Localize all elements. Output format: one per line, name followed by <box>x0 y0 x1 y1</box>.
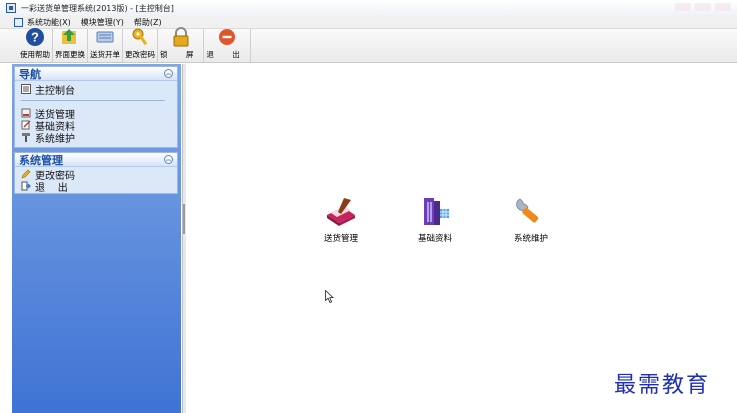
key-icon <box>130 27 150 47</box>
exit-icon <box>217 27 237 47</box>
close-button[interactable] <box>715 3 731 11</box>
building-icon <box>417 194 453 228</box>
help-button[interactable]: ? 使用帮助 <box>18 27 53 62</box>
menu-system-functions[interactable]: 系统功能(X) <box>27 17 71 28</box>
module-label: 系统维护 <box>513 234 548 244</box>
delivery-order-button-label: 送货开单 <box>90 50 120 59</box>
window-title: 一彩送货单管理系统(2013版) - [主控制台] <box>21 3 174 13</box>
window-title-bar: 一彩送货单管理系统(2013版) - [主控制台] <box>0 0 737 16</box>
divider <box>21 100 165 101</box>
lock-screen-button[interactable]: 锁 屏 <box>158 27 205 62</box>
pencil-icon <box>21 169 31 179</box>
app-icon <box>6 3 16 13</box>
sidebar-item-maintenance[interactable]: 系统维护 <box>15 131 177 145</box>
menu-module-management[interactable]: 模块管理(Y) <box>81 17 124 28</box>
sidebar-item-label: 主控制台 <box>35 85 75 97</box>
module-delivery[interactable]: 送货管理 <box>306 194 376 244</box>
main-console: 送货管理 基础资料 系统维护 <box>186 64 737 413</box>
sidebar-item-exit[interactable]: 退 出 <box>15 180 177 194</box>
wrench-icon <box>513 194 549 228</box>
nav-group-title: 导航 <box>19 67 41 81</box>
module-label: 送货管理 <box>323 234 358 244</box>
change-ui-icon <box>60 27 80 47</box>
basic-data-icon <box>21 120 31 130</box>
change-ui-button-label: 界面更换 <box>55 50 85 59</box>
maximize-button[interactable] <box>695 3 711 11</box>
change-ui-button[interactable]: 界面更换 <box>53 29 88 62</box>
nav-group: 导航 ︽ 主控制台 送货管理 基础资料 系统维护 <box>14 66 178 148</box>
exit-button[interactable]: 退 出 <box>204 27 251 62</box>
sidebar-item-label: 系统维护 <box>35 133 75 145</box>
sidebar: 导航 ︽ 主控制台 送货管理 基础资料 系统维护 系统管理 ︽ 更改密码 退 出 <box>12 64 181 413</box>
document-icon <box>14 17 23 27</box>
help-icon: ? <box>25 27 45 47</box>
nav-group-header[interactable]: 导航 ︽ <box>15 67 177 81</box>
system-group: 系统管理 ︽ 更改密码 退 出 <box>14 152 178 194</box>
watermark-text: 最需教育 <box>614 373 711 398</box>
minimize-button[interactable] <box>675 3 691 11</box>
console-icon <box>21 84 31 94</box>
change-password-button-label: 更改密码 <box>125 50 155 59</box>
menu-help[interactable]: 帮助(Z) <box>134 17 162 28</box>
delivery-icon <box>21 108 31 118</box>
collapse-icon[interactable]: ︽ <box>164 155 173 164</box>
exit-button-label: 退 出 <box>206 50 248 59</box>
delivery-order-icon <box>95 27 115 47</box>
lock-screen-button-label: 锁 屏 <box>160 50 202 59</box>
sidebar-item-console[interactable]: 主控制台 <box>15 83 177 97</box>
delivery-book-icon <box>323 194 359 228</box>
help-button-label: 使用帮助 <box>20 50 50 59</box>
collapse-icon[interactable]: ︽ <box>164 69 173 78</box>
system-group-title: 系统管理 <box>19 153 63 167</box>
delivery-order-button[interactable]: 送货开单 <box>88 29 123 62</box>
system-group-header[interactable]: 系统管理 ︽ <box>15 153 177 167</box>
module-label: 基础资料 <box>417 234 452 244</box>
module-basic-data[interactable]: 基础资料 <box>400 194 470 244</box>
svg-text:?: ? <box>31 30 39 45</box>
window-controls <box>675 3 731 11</box>
lock-icon <box>171 27 191 47</box>
mouse-cursor-icon <box>325 289 335 306</box>
maintenance-icon <box>21 132 31 142</box>
module-maintenance[interactable]: 系统维护 <box>496 194 566 244</box>
change-password-button[interactable]: 更改密码 <box>123 27 158 62</box>
toolbar: ? 使用帮助 界面更换 送货开单 更改密码 锁 屏 退 出 <box>0 27 737 63</box>
sidebar-item-label: 退 出 <box>35 182 68 194</box>
exit-icon <box>21 181 31 191</box>
